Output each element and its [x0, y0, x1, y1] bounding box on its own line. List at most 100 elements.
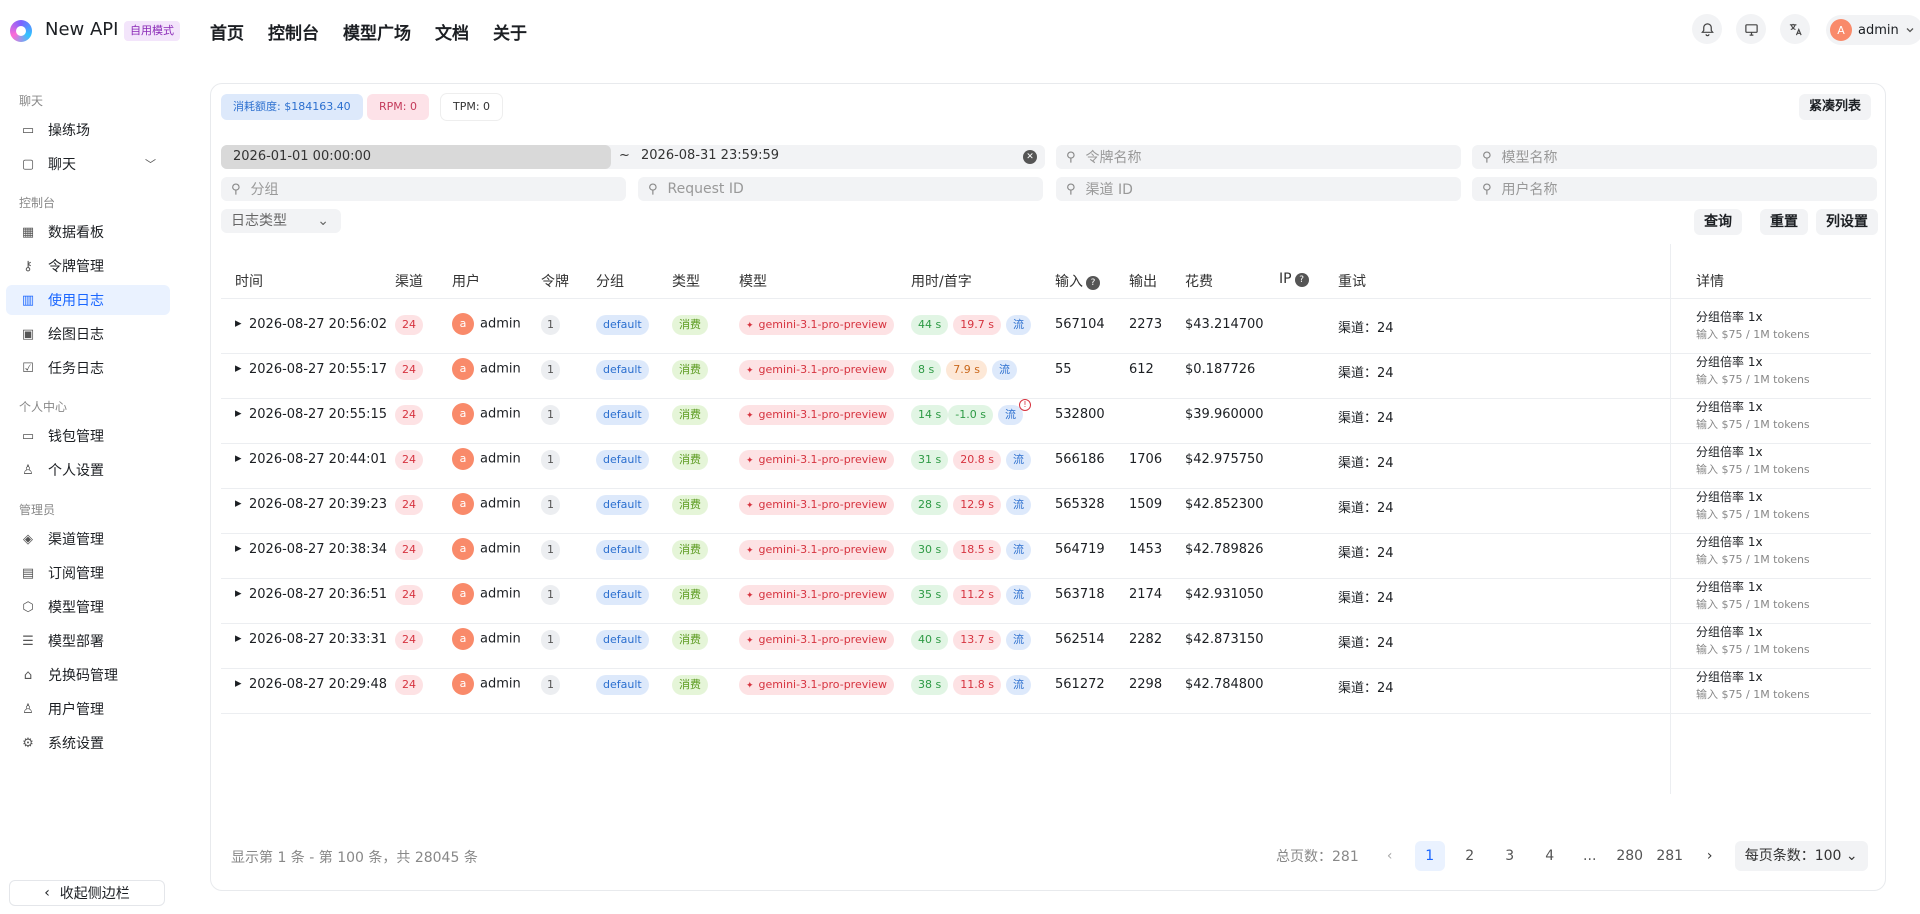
- expand-icon[interactable]: ▸: [235, 316, 242, 331]
- model-tag[interactable]: ✦ gemini-3.1-pro-preview: [739, 450, 895, 470]
- user-name-input[interactable]: ⚲ 用户名称: [1472, 177, 1877, 201]
- col-ip[interactable]: IP?: [1279, 271, 1309, 287]
- bell-icon[interactable]: [1692, 14, 1722, 44]
- app-logo[interactable]: [10, 20, 32, 42]
- sidebar-item-playground[interactable]: ▭ 操练场: [6, 115, 170, 145]
- channel-id-input[interactable]: ⚲ 渠道 ID: [1056, 177, 1461, 201]
- cell-cost: $0.187726: [1185, 362, 1256, 377]
- group-input[interactable]: ⚲ 分组: [221, 177, 626, 201]
- sidebar-item-task-logs[interactable]: ☑ 任务日志: [6, 353, 170, 383]
- app-name[interactable]: New API: [45, 19, 118, 40]
- sidebar-item-label: 操练场: [48, 123, 90, 139]
- cell-time: 2026-08-27 20:38:34: [249, 542, 388, 557]
- duration-tag: 30 s: [911, 540, 949, 560]
- page-4[interactable]: 4: [1535, 841, 1565, 871]
- nav-about[interactable]: 关于: [493, 19, 527, 44]
- expand-icon[interactable]: ▸: [235, 676, 242, 691]
- query-button[interactable]: 查询: [1694, 209, 1742, 235]
- model-name-input[interactable]: ⚲ 模型名称: [1472, 145, 1877, 169]
- sidebar-item-tokens[interactable]: ⚷ 令牌管理: [6, 251, 170, 281]
- next-page-icon[interactable]: ›: [1695, 841, 1725, 871]
- model-tag[interactable]: ✦ gemini-3.1-pro-preview: [739, 495, 895, 515]
- help-icon[interactable]: ?: [1294, 273, 1309, 287]
- clear-icon[interactable]: ✕: [1023, 150, 1037, 164]
- model-tag[interactable]: ✦ gemini-3.1-pro-preview: [739, 540, 895, 560]
- cell-details: 分组倍率 1x 输入 $75 / 1M tokens: [1696, 398, 1810, 434]
- model-tag[interactable]: ✦ gemini-3.1-pro-preview: [739, 630, 895, 650]
- prev-page-icon[interactable]: ‹: [1375, 841, 1405, 871]
- sidebar-item-drawing-logs[interactable]: ▣ 绘图日志: [6, 319, 170, 349]
- stream-label: 流: [1012, 498, 1024, 511]
- expand-icon[interactable]: ▸: [235, 586, 242, 601]
- nav-model-market[interactable]: 模型广场: [343, 19, 411, 44]
- page-3[interactable]: 3: [1495, 841, 1525, 871]
- col-model[interactable]: 模型: [739, 271, 767, 291]
- sidebar-item-wallet[interactable]: ▭ 钱包管理: [6, 421, 170, 451]
- sidebar-item-dashboard[interactable]: ▦ 数据看板: [6, 217, 170, 247]
- expand-icon[interactable]: ▸: [235, 451, 242, 466]
- col-input[interactable]: 输入?: [1055, 271, 1100, 291]
- sidebar-item-settings[interactable]: ⚙ 系统设置: [6, 728, 170, 758]
- nav-home[interactable]: 首页: [210, 19, 244, 44]
- page-281[interactable]: 281: [1655, 841, 1685, 871]
- token-name-input[interactable]: ⚲ 令牌名称: [1056, 145, 1461, 169]
- expand-icon[interactable]: ▸: [235, 541, 242, 556]
- page-size-select[interactable]: 每页条数：100 ⌄: [1734, 841, 1868, 871]
- sidebar-item-deployment[interactable]: ☰ 模型部署: [6, 626, 170, 656]
- sidebar-item-usage-logs[interactable]: ▥ 使用日志: [6, 285, 170, 315]
- compact-list-button[interactable]: 紧凑列表: [1798, 94, 1871, 120]
- col-duration[interactable]: 用时/首字: [911, 271, 972, 291]
- col-group[interactable]: 分组: [596, 271, 624, 291]
- col-channel[interactable]: 渠道: [395, 271, 423, 291]
- column-settings-button[interactable]: 列设置: [1816, 209, 1878, 235]
- page-1[interactable]: 1: [1414, 841, 1445, 871]
- nav-console[interactable]: 控制台: [268, 19, 319, 44]
- help-icon[interactable]: ?: [1086, 276, 1100, 290]
- date-range-picker[interactable]: 2026-01-01 00:00:00 ~ 2026-08-31 23:59:5…: [221, 145, 1045, 169]
- sidebar-item-subscriptions[interactable]: ▤ 订阅管理: [6, 558, 170, 588]
- expand-icon[interactable]: ▸: [235, 631, 242, 646]
- page-2[interactable]: 2: [1455, 841, 1485, 871]
- col-cost[interactable]: 花费: [1185, 271, 1213, 291]
- col-time[interactable]: 时间: [235, 271, 263, 291]
- col-output[interactable]: 输出: [1129, 271, 1157, 291]
- placeholder: 用户名称: [1501, 182, 1558, 198]
- log-type-select[interactable]: 日志类型 ⌄: [221, 209, 341, 233]
- expand-icon[interactable]: ▸: [235, 406, 242, 421]
- sidebar-item-chat[interactable]: ▢ 聊天 ﹀: [6, 149, 170, 179]
- table-row[interactable]: ▸ 2026-08-27 20:29:48 24 a admin 1 default 消费 ✦ g…: [221, 659, 1871, 714]
- col-details[interactable]: 详情: [1696, 271, 1724, 291]
- col-retry[interactable]: 重试: [1338, 271, 1366, 291]
- model-tag[interactable]: ✦ gemini-3.1-pro-preview: [739, 585, 895, 605]
- nav-docs[interactable]: 文档: [435, 19, 469, 44]
- translate-icon[interactable]: [1780, 14, 1810, 44]
- sidebar-item-users[interactable]: ♙ 用户管理: [6, 694, 170, 724]
- model-tag[interactable]: ✦ gemini-3.1-pro-preview: [739, 315, 895, 335]
- model-tag[interactable]: ✦ gemini-3.1-pro-preview: [739, 405, 895, 425]
- avatar: a: [452, 673, 474, 695]
- date-end[interactable]: 2026-08-31 23:59:59: [641, 148, 779, 163]
- user-menu[interactable]: A admin: [1826, 15, 1920, 45]
- sidebar-item-channels[interactable]: ◈ 渠道管理: [6, 524, 170, 554]
- sidebar-item-profile[interactable]: ♙ 个人设置: [6, 455, 170, 485]
- col-type[interactable]: 类型: [672, 271, 700, 291]
- reset-button[interactable]: 重置: [1760, 209, 1808, 235]
- page-ellipsis[interactable]: ...: [1575, 841, 1605, 871]
- expand-icon[interactable]: ▸: [235, 496, 242, 511]
- stream-label: 流: [1012, 588, 1024, 601]
- collapse-sidebar-button[interactable]: ‹ 收起侧边栏: [9, 880, 165, 906]
- model-tag[interactable]: ✦ gemini-3.1-pro-preview: [739, 360, 895, 380]
- sidebar-item-models[interactable]: ⬡ 模型管理: [6, 592, 170, 622]
- request-id-input[interactable]: ⚲ Request ID: [638, 177, 1043, 201]
- sidebar-item-label: 模型部署: [48, 634, 104, 650]
- model-tag[interactable]: ✦ gemini-3.1-pro-preview: [739, 675, 895, 695]
- cell-time: 2026-08-27 20:56:02: [249, 317, 388, 332]
- expand-icon[interactable]: ▸: [235, 361, 242, 376]
- col-token[interactable]: 令牌: [541, 271, 569, 291]
- page-280[interactable]: 280: [1615, 841, 1645, 871]
- col-user[interactable]: 用户: [452, 271, 480, 291]
- warning-icon[interactable]: !: [1018, 399, 1031, 411]
- monitor-icon[interactable]: [1736, 14, 1766, 44]
- date-start[interactable]: 2026-01-01 00:00:00: [221, 145, 611, 169]
- sidebar-item-redeem[interactable]: ⌂ 兑换码管理: [6, 660, 170, 690]
